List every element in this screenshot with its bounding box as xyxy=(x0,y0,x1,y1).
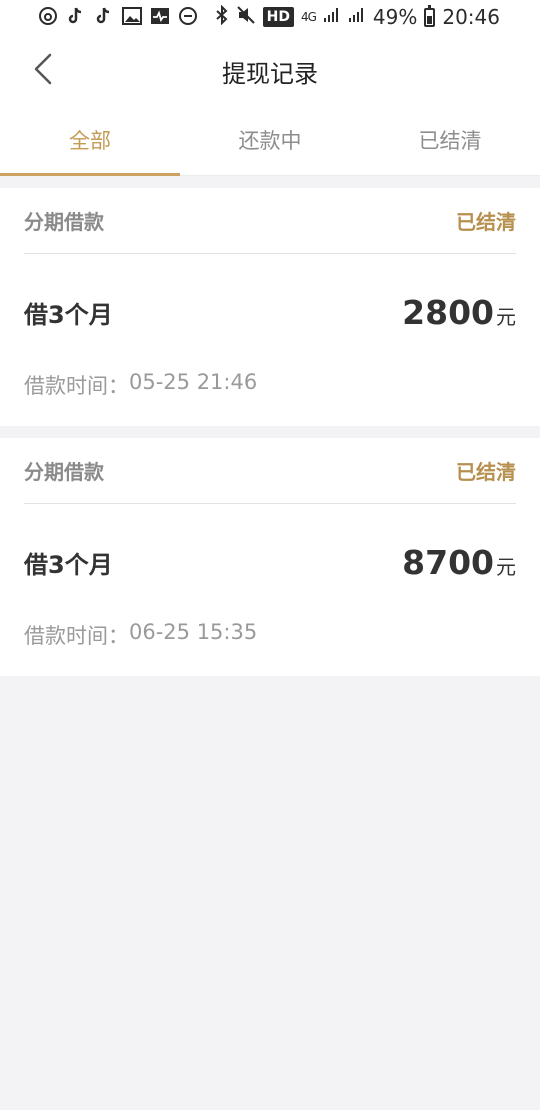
health-icon xyxy=(150,5,170,27)
record-card[interactable]: 分期借款 已结清 借3个月 2800 元 借款时间： 05-25 21:46 xyxy=(0,188,540,426)
loan-time-value: 06-25 15:35 xyxy=(129,620,258,644)
nav-header: 提现记录 xyxy=(0,36,540,106)
hd-badge: HD xyxy=(262,7,294,27)
loan-amount: 8700 xyxy=(402,542,494,582)
loan-amount-group: 8700 元 xyxy=(402,543,516,582)
tiktok-icon xyxy=(66,5,86,27)
status-badge: 已结清 xyxy=(456,460,516,484)
loan-time: 借款时间： 05-25 21:46 xyxy=(24,370,516,426)
tab-all[interactable]: 全部 xyxy=(0,106,180,176)
clock: 20:46 xyxy=(442,5,500,29)
do-not-disturb-icon xyxy=(178,5,198,27)
tiktok-icon xyxy=(94,5,114,27)
status-badge: 已结清 xyxy=(456,210,516,234)
loan-amount-group: 2800 元 xyxy=(402,293,516,332)
battery-icon xyxy=(424,4,436,27)
record-card[interactable]: 分期借款 已结清 借3个月 8700 元 借款时间： 06-25 15:35 xyxy=(0,438,540,676)
gallery-icon xyxy=(122,5,142,27)
page-title: 提现记录 xyxy=(222,60,318,88)
loan-time-label: 借款时间： xyxy=(24,374,129,398)
network-type: 4G xyxy=(300,10,317,24)
tab-bar: 全部 还款中 已结清 xyxy=(0,106,540,176)
record-header: 分期借款 已结清 xyxy=(24,188,516,254)
signal-icon xyxy=(348,7,366,27)
signal-icon xyxy=(323,7,341,27)
status-bar: HD 4G 49% 20:46 xyxy=(0,0,540,36)
divider xyxy=(0,426,540,438)
tab-repaying[interactable]: 还款中 xyxy=(180,106,360,175)
notification-icons xyxy=(38,5,198,27)
loan-amount: 2800 xyxy=(402,292,494,332)
loan-time-value: 05-25 21:46 xyxy=(129,370,258,394)
tab-settled[interactable]: 已结清 xyxy=(360,106,540,175)
netease-music-icon xyxy=(38,5,58,27)
battery-percent: 49% xyxy=(372,5,418,29)
loan-term: 借3个月 xyxy=(24,300,113,329)
record-header: 分期借款 已结清 xyxy=(24,438,516,504)
loan-time: 借款时间： 06-25 15:35 xyxy=(24,620,516,676)
bluetooth-icon xyxy=(215,4,229,29)
mute-icon xyxy=(236,5,256,29)
divider xyxy=(0,176,540,188)
record-type: 分期借款 xyxy=(24,460,104,484)
currency-unit: 元 xyxy=(496,554,516,579)
record-main: 借3个月 2800 元 xyxy=(24,254,516,370)
loan-time-label: 借款时间： xyxy=(24,624,129,648)
record-main: 借3个月 8700 元 xyxy=(24,504,516,620)
loan-term: 借3个月 xyxy=(24,550,113,579)
currency-unit: 元 xyxy=(496,304,516,329)
system-icons: HD 4G 49% 20:46 xyxy=(215,4,500,29)
record-type: 分期借款 xyxy=(24,210,104,234)
